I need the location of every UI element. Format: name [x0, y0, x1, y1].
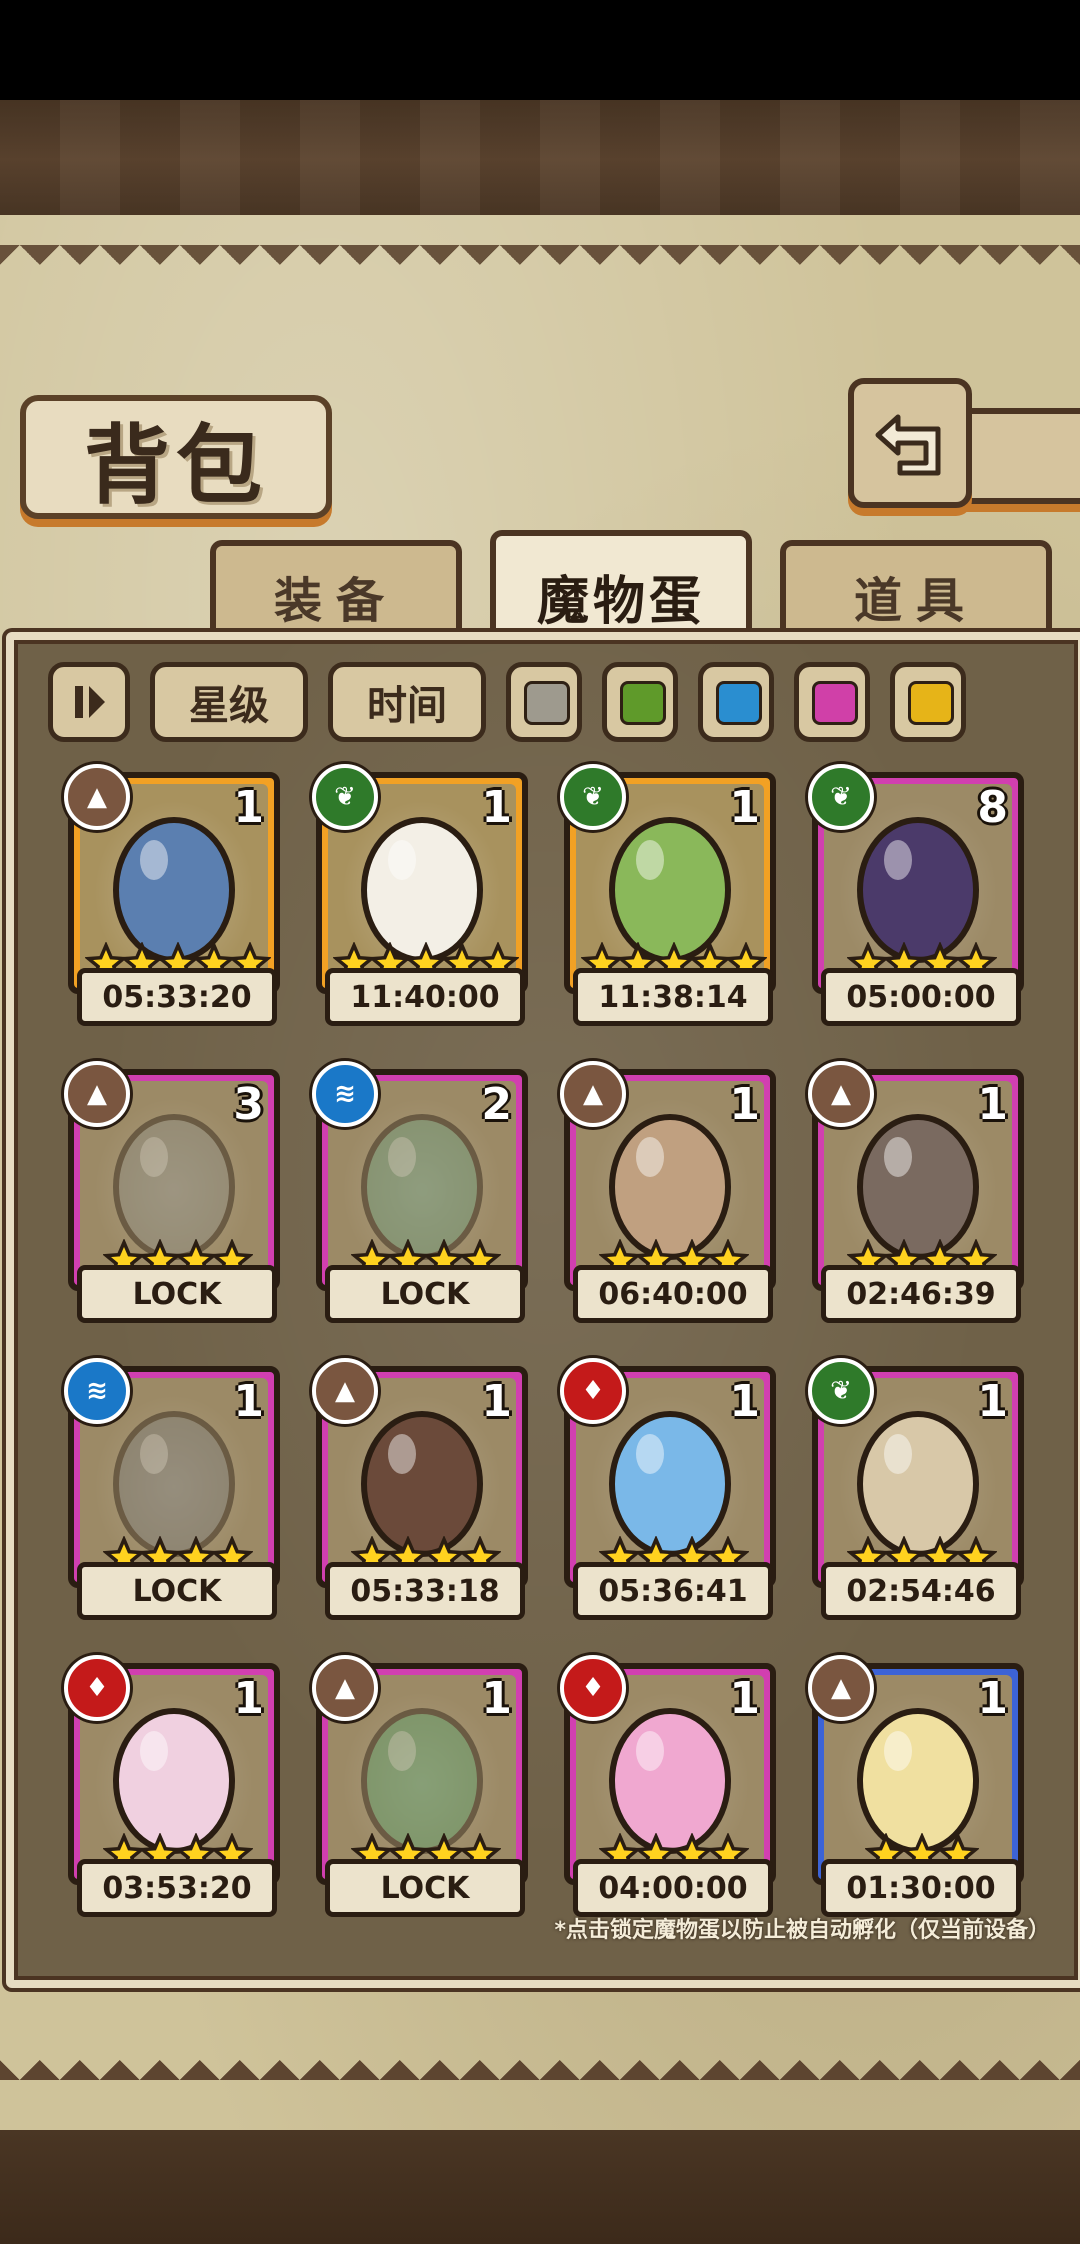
filter-grey-button[interactable] [506, 662, 582, 742]
egg-card[interactable]: ♦ 1 [64, 1655, 280, 1885]
egg-card[interactable]: ▲ 1 [560, 1061, 776, 1291]
egg-card[interactable]: ▲ 1 [808, 1655, 1024, 1885]
return-arrow-icon [875, 414, 941, 476]
earth-element-icon: ▲ [560, 1061, 626, 1127]
tab-label: 装备 [273, 573, 398, 629]
wood-border-top [0, 100, 1080, 220]
egg-count: 1 [729, 1673, 760, 1724]
hatch-timer: 05:00:00 [821, 968, 1021, 1026]
egg-count: 1 [481, 782, 512, 833]
earth-element-icon: ▲ [64, 764, 130, 830]
egg-card[interactable]: ▲ 3 [64, 1061, 280, 1291]
lock-label[interactable]: LOCK [325, 1265, 525, 1323]
egg-card[interactable]: ❦ 1 [808, 1358, 1024, 1588]
fire-element-icon: ♦ [64, 1655, 130, 1721]
color-chip-blue [716, 681, 762, 725]
hatch-timer: 05:33:20 [77, 968, 277, 1026]
tab-equipment[interactable]: 装备 [210, 540, 462, 646]
egg-card[interactable]: ≋ 1 [64, 1358, 280, 1588]
hatch-timer: 05:36:41 [573, 1562, 773, 1620]
hatch-timer: 02:46:39 [821, 1265, 1021, 1323]
sort-by-stars-button[interactable]: 星级 [150, 662, 308, 742]
egg-count: 1 [729, 1376, 760, 1427]
color-chip-grey [524, 681, 570, 725]
filter-gold-button[interactable] [890, 662, 966, 742]
wood-border-bottom [0, 2130, 1080, 2244]
grass-element-icon: ❦ [560, 764, 626, 830]
hatch-timer: 05:33:18 [325, 1562, 525, 1620]
title-plate: 背包 [20, 395, 332, 519]
earth-element-icon: ▲ [808, 1061, 874, 1127]
egg-card[interactable]: ❦ 1 [312, 764, 528, 994]
hatch-timer: 02:54:46 [821, 1562, 1021, 1620]
egg-card[interactable]: ▲ 1 [64, 764, 280, 994]
back-rail [960, 408, 1080, 504]
water-element-icon: ≋ [312, 1061, 378, 1127]
sort-by-time-label: 时间 [367, 683, 447, 729]
egg-count: 1 [481, 1673, 512, 1724]
hatch-timer: 06:40:00 [573, 1265, 773, 1323]
lock-label[interactable]: LOCK [77, 1562, 277, 1620]
back-button[interactable] [848, 378, 972, 508]
earth-element-icon: ▲ [312, 1655, 378, 1721]
fire-element-icon: ♦ [560, 1358, 626, 1424]
water-element-icon: ≋ [64, 1358, 130, 1424]
sort-by-stars-label: 星级 [189, 683, 269, 729]
egg-card[interactable]: ▲ 1 [312, 1358, 528, 1588]
grass-element-icon: ❦ [808, 1358, 874, 1424]
egg-count: 1 [977, 1376, 1008, 1427]
egg-count: 1 [977, 1673, 1008, 1724]
tab-items[interactable]: 道具 [780, 540, 1052, 646]
egg-count: 2 [481, 1079, 512, 1130]
torn-edge-top [0, 245, 1080, 285]
egg-count: 1 [233, 1376, 264, 1427]
tab-label: 魔物蛋 [536, 571, 705, 632]
filter-purple-button[interactable] [794, 662, 870, 742]
egg-card[interactable]: ≋ 2 [312, 1061, 528, 1291]
egg-card[interactable]: ▲ 1 [312, 1655, 528, 1885]
lock-hint-text: *点击锁定魔物蛋以防止被自动孵化（仅当前设备） [554, 1918, 1050, 1943]
color-chip-gold [908, 681, 954, 725]
earth-element-icon: ▲ [312, 1358, 378, 1424]
lock-label[interactable]: LOCK [325, 1859, 525, 1917]
sort-by-time-button[interactable]: 时间 [328, 662, 486, 742]
earth-element-icon: ▲ [808, 1655, 874, 1721]
color-chip-green [620, 681, 666, 725]
lock-label[interactable]: LOCK [77, 1265, 277, 1323]
torn-edge-bottom [0, 2060, 1080, 2100]
page-title: 背包 [84, 414, 268, 516]
egg-card[interactable]: ♦ 1 [560, 1358, 776, 1588]
hatch-timer: 04:00:00 [573, 1859, 773, 1917]
egg-count: 1 [729, 782, 760, 833]
filter-blue-button[interactable] [698, 662, 774, 742]
grass-element-icon: ❦ [808, 764, 874, 830]
egg-card[interactable]: ▲ 1 [808, 1061, 1024, 1291]
egg-count: 1 [977, 1079, 1008, 1130]
tab-label: 道具 [853, 573, 978, 629]
egg-count: 1 [233, 1673, 264, 1724]
hatch-timer: 11:40:00 [325, 968, 525, 1026]
earth-element-icon: ▲ [64, 1061, 130, 1127]
hatch-timer: 11:38:14 [573, 968, 773, 1026]
egg-count: 8 [977, 782, 1008, 833]
color-chip-purple [812, 681, 858, 725]
hatch-timer: 03:53:20 [77, 1859, 277, 1917]
filter-row: 星级 时间 [48, 662, 1048, 742]
egg-card[interactable]: ❦ 8 [808, 764, 1024, 994]
hatch-timer: 01:30:00 [821, 1859, 1021, 1917]
status-bar [0, 0, 1080, 100]
sort-toggle-icon [75, 686, 105, 718]
sort-toggle-button[interactable] [48, 662, 130, 742]
egg-count: 1 [481, 1376, 512, 1427]
egg-card[interactable]: ❦ 1 [560, 764, 776, 994]
egg-count: 1 [729, 1079, 760, 1130]
filter-green-button[interactable] [602, 662, 678, 742]
egg-card[interactable]: ♦ 1 [560, 1655, 776, 1885]
fire-element-icon: ♦ [560, 1655, 626, 1721]
egg-count: 1 [233, 782, 264, 833]
grass-element-icon: ❦ [312, 764, 378, 830]
egg-count: 3 [233, 1079, 264, 1130]
